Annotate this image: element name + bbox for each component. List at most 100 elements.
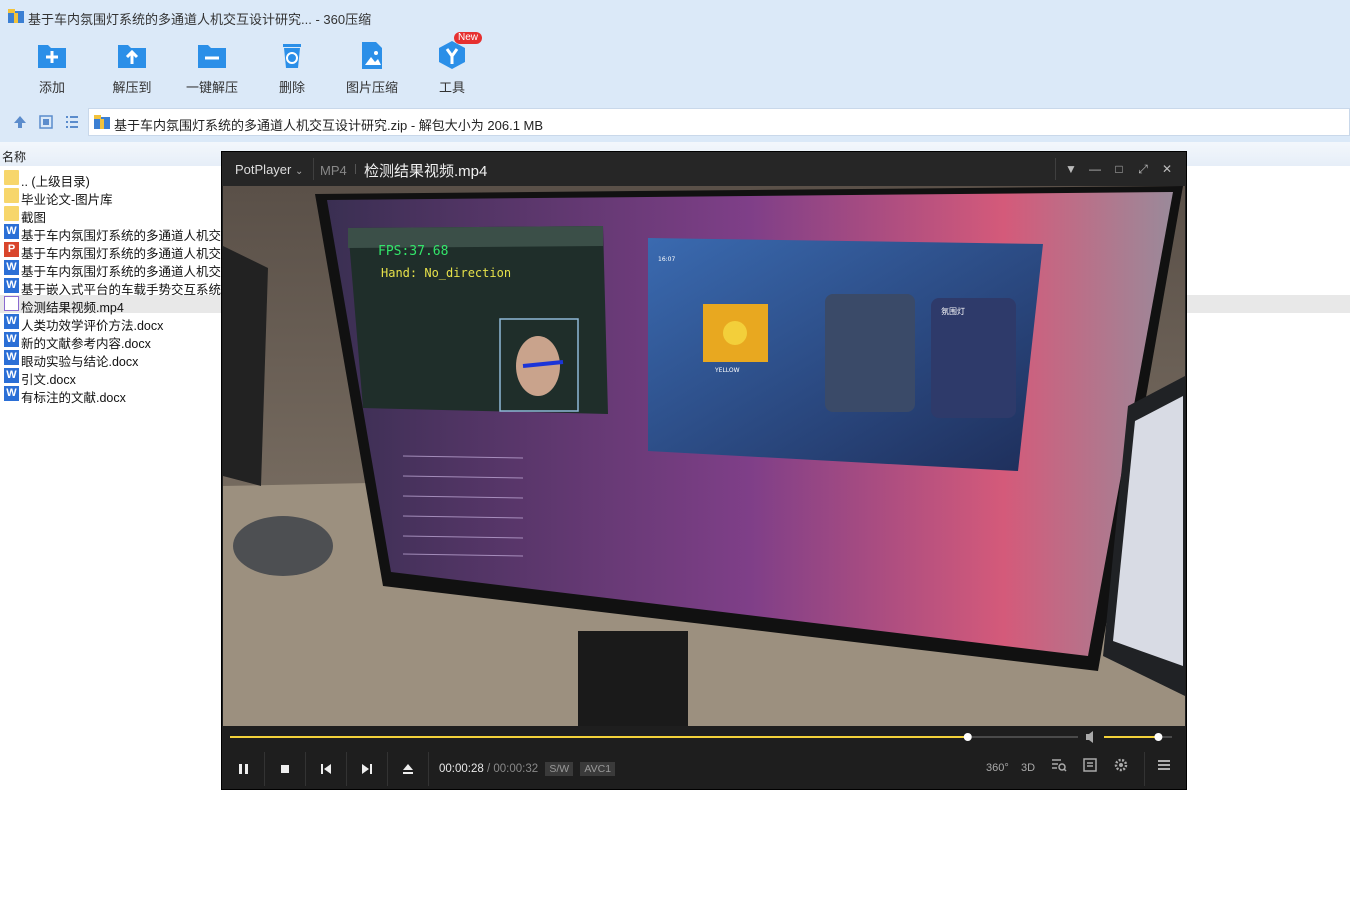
toolbar: 添加 解压到 一键解压 删除 图片压缩 工具 New xyxy=(0,32,1350,102)
list-view-icon[interactable] xyxy=(64,114,80,130)
pause-button[interactable] xyxy=(226,756,262,782)
car-ui-time: 16:07 xyxy=(658,256,675,263)
word-icon: W xyxy=(4,332,19,347)
extract-to-label: 解压到 xyxy=(112,80,152,95)
potplayer-menu-button[interactable]: PotPlayer ⌄ xyxy=(235,162,303,177)
word-icon: W xyxy=(4,368,19,383)
album-title: YELLOW xyxy=(714,367,740,374)
elapsed-time: 00:00:28 xyxy=(439,763,484,775)
control-divider xyxy=(264,752,265,786)
minimize-icon[interactable]: — xyxy=(1088,162,1102,176)
path-field[interactable]: 基于车内氛围灯系统的多通道人机交互设计研究.zip - 解包大小为 206.1 … xyxy=(88,108,1350,136)
player-titlebar: PotPlayer ⌄ MP4 检测结果视频.mp4 ▼ — □ ⤢ ✕ xyxy=(222,152,1186,186)
total-time: 00:00:32 xyxy=(493,763,539,775)
stop-button[interactable] xyxy=(267,756,303,782)
word-icon: W xyxy=(4,260,19,275)
playlist-search-glyph xyxy=(1052,759,1067,772)
word-icon: W xyxy=(4,386,19,401)
tools-button[interactable]: 工具 xyxy=(412,34,492,102)
close-icon[interactable]: ✕ xyxy=(1160,162,1174,176)
title-divider xyxy=(355,164,356,174)
playback-time: 00:00:28 / 00:00:32 S/W AVC1 xyxy=(439,762,616,776)
ppt-icon: P xyxy=(4,242,19,257)
extract-to-icon xyxy=(118,45,146,68)
next-icon xyxy=(362,764,372,774)
control-divider xyxy=(428,752,429,786)
word-icon: W xyxy=(4,350,19,365)
mp4-icon xyxy=(4,296,19,311)
extract-to-button[interactable]: 解压到 xyxy=(92,34,172,102)
archive-app-icon xyxy=(8,9,24,23)
media-format: MP4 xyxy=(320,163,347,178)
maximize-icon[interactable]: □ xyxy=(1112,162,1126,176)
window-titlebar: 基于车内氛围灯系统的多通道人机交互设计研究... - 360压缩 xyxy=(0,0,1350,34)
folder-icon xyxy=(4,206,19,221)
360-video-icon[interactable]: 360° xyxy=(986,758,1009,778)
potplayer-brand: PotPlayer xyxy=(235,162,292,177)
image-compress-label: 图片压缩 xyxy=(345,80,398,95)
seek-bar-graphic xyxy=(230,731,1172,743)
control-divider xyxy=(305,752,306,786)
previous-button[interactable] xyxy=(308,756,344,782)
video-frame[interactable]: FPS:37.68 Hand: No_direction YELLOW 氛围灯 … xyxy=(223,186,1185,726)
add-icon xyxy=(38,45,66,68)
tools-label: 工具 xyxy=(438,80,465,95)
previous-icon xyxy=(321,764,331,774)
one-click-extract-button[interactable]: 一键解压 xyxy=(172,34,252,102)
thumbnail-view-icon[interactable] xyxy=(38,114,54,130)
ambient-panel-title: 氛围灯 xyxy=(941,306,965,316)
delete-button[interactable]: 删除 xyxy=(252,34,332,102)
word-icon: W xyxy=(4,278,19,293)
add-label: 添加 xyxy=(38,80,65,95)
path-text: 基于车内氛围灯系统的多通道人机交互设计研究.zip - 解包大小为 206.1 … xyxy=(114,118,544,133)
control-divider xyxy=(1144,752,1145,786)
folder-icon xyxy=(4,170,19,185)
control-divider xyxy=(346,752,347,786)
eject-icon xyxy=(403,764,413,774)
3d-video-icon[interactable]: 3D xyxy=(1017,758,1039,778)
title-divider xyxy=(313,158,314,180)
time-separator: / xyxy=(486,763,491,775)
fullscreen-icon[interactable]: ⤢ xyxy=(1136,162,1150,176)
new-badge: New xyxy=(454,32,483,44)
eject-button[interactable] xyxy=(390,756,426,782)
address-bar: 基于车内氛围灯系统的多通道人机交互设计研究.zip - 解包大小为 206.1 … xyxy=(0,102,1350,142)
add-button[interactable]: 添加 xyxy=(12,34,92,102)
one-click-extract-label: 一键解压 xyxy=(185,80,238,95)
image-compress-button[interactable]: 图片压缩 xyxy=(332,34,412,102)
stop-icon xyxy=(281,765,289,773)
word-icon: W xyxy=(4,224,19,239)
hamburger-glyph xyxy=(1158,760,1170,770)
control-bar: 00:00:28 / 00:00:32 S/W AVC1 360° 3D xyxy=(222,748,1186,789)
title-divider xyxy=(1055,158,1056,180)
main-menu-icon[interactable] xyxy=(1153,758,1175,778)
potplayer-window: PotPlayer ⌄ MP4 检测结果视频.mp4 ▼ — □ ⤢ ✕ FPS… xyxy=(221,151,1187,790)
control-divider xyxy=(387,752,388,786)
image-compress-icon xyxy=(362,42,382,69)
word-icon: W xyxy=(4,314,19,329)
up-level-icon[interactable] xyxy=(12,114,28,130)
codec-badge[interactable]: AVC1 xyxy=(580,762,616,776)
pin-icon[interactable]: ▼ xyxy=(1064,162,1078,176)
seek-bar[interactable] xyxy=(222,726,1186,748)
fps-overlay-text: FPS:37.68 xyxy=(378,244,448,259)
hand-overlay-text: Hand: No_direction xyxy=(381,266,511,280)
playlist-search-icon[interactable] xyxy=(1048,758,1070,778)
volume-handle[interactable] xyxy=(1154,733,1163,741)
window-title: 基于车内氛围灯系统的多通道人机交互设计研究... - 360压缩 xyxy=(28,12,372,27)
volume-icon[interactable] xyxy=(1086,731,1093,743)
delete-icon xyxy=(283,44,301,68)
playlist-icon[interactable] xyxy=(1079,758,1101,778)
gear-glyph xyxy=(1114,758,1128,772)
next-button[interactable] xyxy=(349,756,385,782)
one-click-extract-icon xyxy=(198,45,226,68)
settings-gear-icon[interactable] xyxy=(1110,758,1132,778)
seek-handle[interactable] xyxy=(963,733,972,741)
folder-icon xyxy=(4,188,19,203)
file-name: 有标注的文献.docx xyxy=(21,391,126,405)
playlist-glyph xyxy=(1083,758,1097,772)
video-frame-image: FPS:37.68 Hand: No_direction YELLOW 氛围灯 … xyxy=(223,186,1185,726)
chevron-down-icon: ⌄ xyxy=(295,166,304,177)
sw-decoder-badge[interactable]: S/W xyxy=(545,762,574,776)
tools-icon xyxy=(439,41,465,69)
